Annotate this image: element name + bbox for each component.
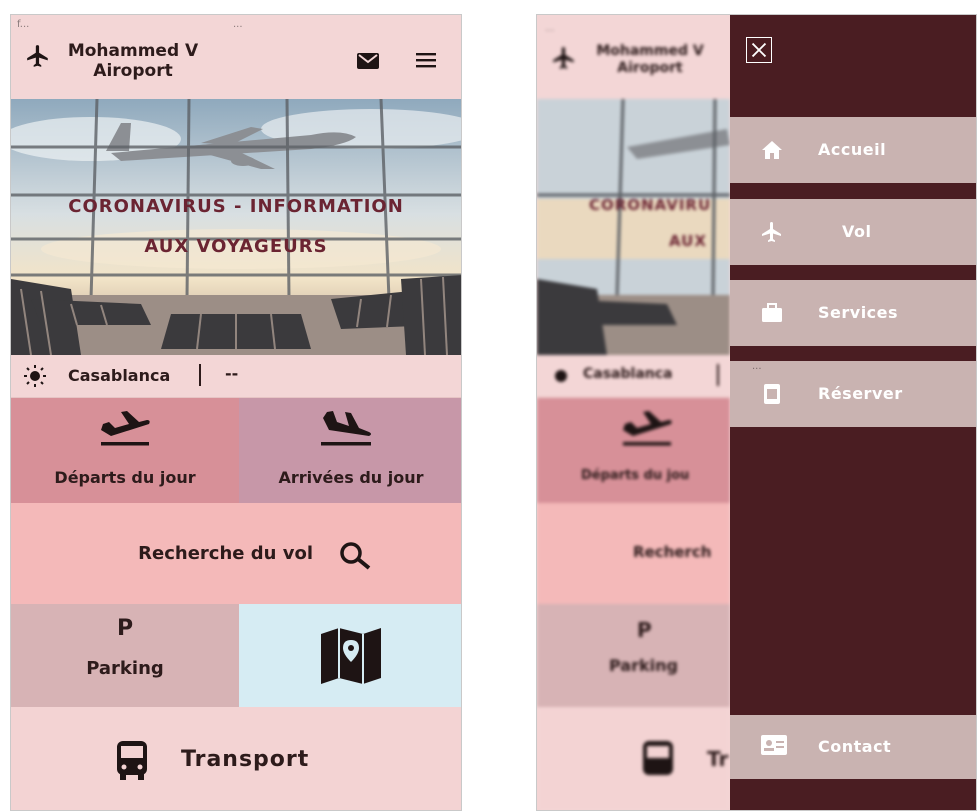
ticket-icon (764, 384, 780, 404)
blurred-sun-icon (555, 370, 567, 382)
weather-bar: Casablanca -- (11, 355, 461, 398)
drawer-item-label: Réserver (818, 384, 903, 403)
departures-tile[interactable]: Départs du jour (11, 398, 239, 503)
bus-icon (117, 741, 147, 780)
hero-title: CORONAVIRUS - INFORMATION AUX VOYAGEURS (11, 187, 461, 267)
blurred-parking-label: Parking (609, 656, 678, 675)
blurred-title-line2: Airoport (617, 60, 683, 76)
parking-label: Parking (86, 658, 164, 679)
arrivals-tile[interactable]: Arrivées du jour (239, 398, 461, 503)
home-screen: f... ... Mohammed V Airoport CORONAVIRUS… (10, 14, 462, 811)
weather-city: Casablanca (68, 366, 171, 385)
blurred-parking-tile: P Parking (537, 604, 730, 707)
airplane-icon (27, 45, 48, 67)
blurred-status-text: ... (545, 23, 555, 34)
drawer-item-label: Services (818, 303, 899, 322)
blurred-home-overlay: ... Mohammed V Airoport CORONAVIRU AUX C… (537, 15, 730, 810)
briefcase-icon (762, 303, 782, 322)
drawer-item-services[interactable]: Services (730, 280, 976, 346)
blurred-hero-title: CORONAVIRU AUX (589, 187, 730, 259)
flight-search-tile[interactable]: Recherche du vol (11, 503, 461, 604)
status-text-left: f... (17, 19, 30, 30)
navigation-drawer: Accueil Vol Services ... Réserver Contac… (730, 15, 976, 810)
blurred-city: Casablanca (583, 366, 673, 382)
arrival-plane-icon (321, 411, 371, 446)
blurred-airplane-icon (553, 47, 574, 69)
menu-open-screen: ... Mohammed V Airoport CORONAVIRU AUX C… (536, 14, 977, 811)
blurred-departures-label: Départs du jou (581, 468, 690, 483)
drawer-item-label: Contact (818, 737, 892, 756)
blurred-app-header: ... Mohammed V Airoport (537, 15, 730, 99)
sun-icon (24, 365, 46, 387)
departures-label: Départs du jour (54, 468, 196, 487)
hero-title-line1: CORONAVIRUS - INFORMATION (68, 196, 404, 217)
mail-icon[interactable] (357, 53, 379, 69)
blurred-hero: CORONAVIRU AUX (537, 99, 730, 355)
parking-p-icon: P (116, 616, 134, 641)
transport-tile[interactable]: Transport (11, 707, 461, 810)
app-title-line2: Airoport (93, 61, 173, 81)
drawer-item-vol[interactable]: Vol (730, 199, 976, 265)
home-icon (762, 141, 782, 159)
map-tile[interactable] (239, 604, 461, 707)
hero-banner[interactable]: CORONAVIRUS - INFORMATION AUX VOYAGEURS (11, 99, 461, 355)
blurred-transport-tile: Tr (537, 707, 730, 810)
drawer-item-reserver[interactable]: ... Réserver (730, 361, 976, 427)
contact-card-icon (761, 735, 787, 755)
search-icon (340, 542, 371, 570)
hero-title-line2: AUX VOYAGEURS (144, 236, 328, 257)
drawer-item-label: Accueil (818, 140, 887, 159)
map-icon (321, 628, 381, 684)
blurred-separator (717, 364, 719, 386)
close-icon[interactable] (746, 37, 772, 63)
blurred-search-label: Recherch (633, 543, 712, 561)
app-header: f... ... Mohammed V Airoport (11, 15, 461, 99)
arrivals-label: Arrivées du jour (278, 468, 424, 487)
blurred-hero-line2: AUX (669, 232, 707, 250)
drawer-item-accueil[interactable]: Accueil (730, 117, 976, 183)
app-title-line1: Mohammed V (67, 41, 199, 61)
reserve-hint: ... (752, 361, 762, 372)
weather-temperature: -- (225, 364, 239, 383)
blurred-app-title: Mohammed V Airoport (585, 43, 715, 77)
plane-icon (762, 222, 781, 242)
blurred-bus-icon (643, 741, 673, 775)
flight-search-label: Recherche du vol (138, 543, 313, 564)
blurred-search-tile: Recherch (537, 503, 730, 604)
transport-label: Transport (181, 747, 310, 772)
drawer-item-label: Vol (842, 222, 872, 241)
blurred-transport-label: Tr (707, 747, 729, 771)
app-title: Mohammed V Airoport (63, 41, 203, 81)
weather-separator (199, 364, 201, 386)
parking-tile[interactable]: P Parking (11, 604, 239, 707)
drawer-item-contact[interactable]: Contact (730, 715, 976, 779)
blurred-departure-icon (623, 411, 672, 446)
blurred-title-line1: Mohammed V (596, 43, 704, 59)
blurred-parking-p: P (637, 618, 652, 642)
hamburger-menu-icon[interactable] (415, 50, 437, 70)
blurred-departures-tile: Départs du jou (537, 398, 730, 503)
blurred-weather: Casablanca (537, 355, 730, 398)
blurred-hero-line1: CORONAVIRU (589, 196, 712, 214)
departure-plane-icon (101, 411, 150, 446)
status-text-center: ... (233, 19, 243, 30)
